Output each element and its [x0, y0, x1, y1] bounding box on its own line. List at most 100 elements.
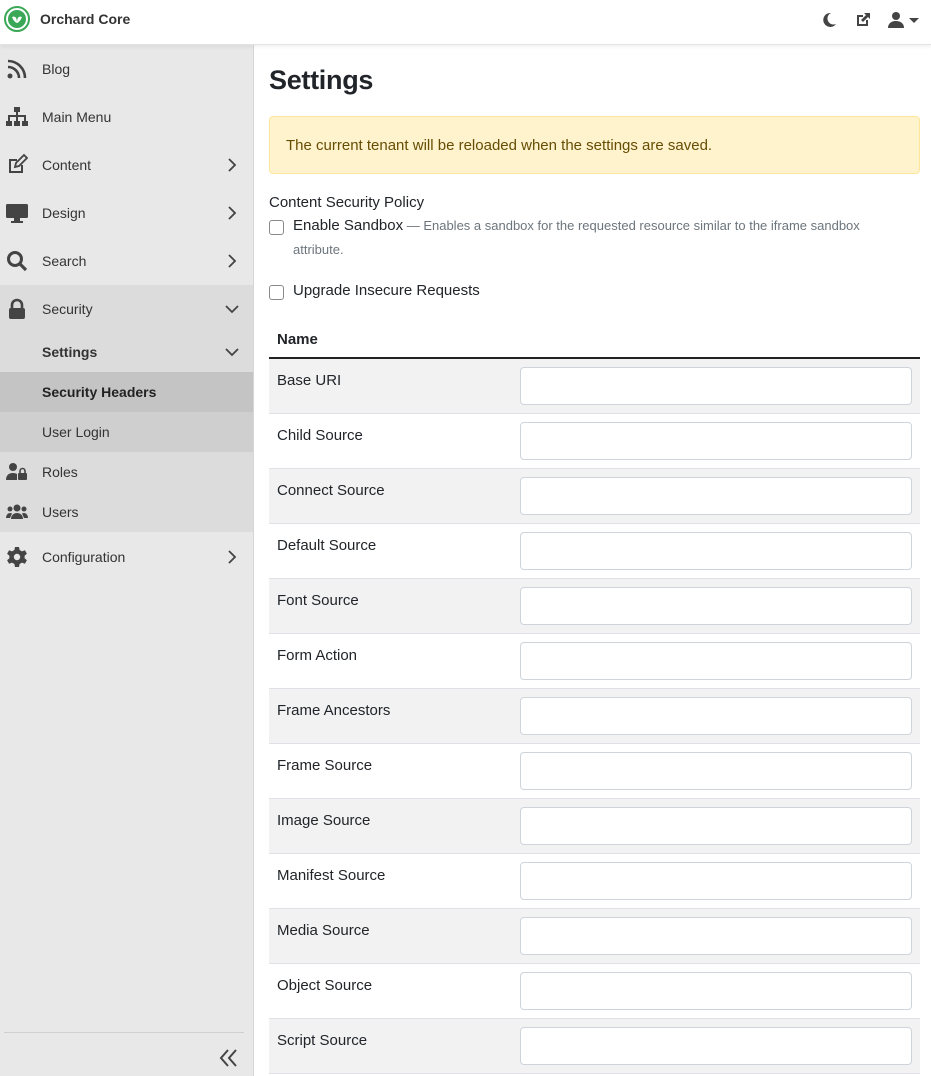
directive-value-input[interactable] — [520, 807, 912, 845]
sidebar-item-design[interactable]: Design — [0, 189, 253, 237]
search-icon — [0, 249, 34, 273]
chevron-right-icon — [228, 550, 237, 564]
directive-name: Base URI — [277, 372, 342, 389]
rss-icon — [0, 57, 34, 81]
directive-name: Font Source — [277, 592, 359, 609]
user-menu[interactable] — [887, 11, 919, 29]
csp-table: Name Base URI Child Source Connect Source D… — [269, 321, 920, 1074]
edit-icon — [0, 153, 34, 177]
sitemap-icon — [0, 105, 34, 129]
user-icon — [888, 12, 904, 28]
sidebar: Blog Main Menu Content Design Search Sec… — [0, 45, 254, 1076]
enable-sandbox-row: Enable Sandbox — Enables a sandbox for t… — [269, 217, 913, 262]
section-title: Content Security Policy — [269, 194, 425, 211]
upgrade-insecure-label[interactable]: Upgrade Insecure Requests — [293, 282, 480, 299]
sidebar-item-label: Roles — [42, 464, 78, 480]
sidebar-item-label: Security — [42, 301, 93, 317]
top-navbar: Orchard Core — [0, 0, 931, 45]
sidebar-item-configuration[interactable]: Configuration — [0, 533, 253, 581]
external-link-icon[interactable] — [853, 10, 873, 30]
table-row: Media Source — [269, 909, 920, 964]
directive-name: Frame Ancestors — [277, 702, 391, 719]
sidebar-item-roles[interactable]: Roles — [0, 452, 253, 492]
sidebar-item-security[interactable]: Security — [0, 285, 253, 333]
sidebar-item-blog[interactable]: Blog — [0, 45, 253, 93]
chevron-right-icon — [228, 206, 237, 220]
sidebar-item-label: Configuration — [42, 549, 126, 565]
directive-name: Frame Source — [277, 757, 373, 774]
gear-icon — [0, 545, 34, 569]
sidebar-item-main-menu[interactable]: Main Menu — [0, 93, 253, 141]
directive-value-input[interactable] — [520, 697, 912, 735]
sidebar-item-users[interactable]: Users — [0, 492, 253, 532]
chevron-down-icon — [225, 348, 239, 357]
sidebar-item-search[interactable]: Search — [0, 237, 253, 285]
directive-value-input[interactable] — [520, 1027, 912, 1065]
sidebar-item-label: Search — [42, 253, 87, 269]
directive-name: Media Source — [277, 922, 370, 939]
directive-name: Default Source — [277, 537, 377, 554]
enable-sandbox-label[interactable]: Enable Sandbox — [293, 217, 403, 234]
chevron-down-icon — [225, 305, 239, 314]
table-row: Object Source — [269, 964, 920, 1019]
directive-value-input[interactable] — [520, 972, 912, 1010]
table-row: Manifest Source — [269, 854, 920, 909]
table-row: Form Action — [269, 634, 920, 689]
moon-icon[interactable] — [819, 10, 839, 30]
sidebar-item-content[interactable]: Content — [0, 141, 253, 189]
sidebar-footer — [4, 1032, 244, 1076]
page-title: Settings — [269, 65, 374, 95]
directive-value-input[interactable] — [520, 917, 912, 955]
table-row: Frame Ancestors — [269, 689, 920, 744]
table-row: Connect Source — [269, 469, 920, 524]
lock-icon — [0, 297, 34, 321]
directive-value-input[interactable] — [520, 862, 912, 900]
table-body: Base URI Child Source Connect Source Defaul… — [269, 359, 920, 1074]
table-row: Image Source — [269, 799, 920, 854]
security-submenu: Settings Security Headers User Login Rol… — [0, 332, 253, 532]
directive-value-input[interactable] — [520, 587, 912, 625]
table-row: Script Source — [269, 1019, 920, 1074]
sidebar-item-label: Main Menu — [42, 109, 112, 125]
sidebar-item-label: Settings — [42, 344, 98, 360]
caret-down-icon — [909, 18, 919, 23]
table-row: Child Source — [269, 414, 920, 469]
user-lock-icon — [6, 462, 28, 487]
sidebar-item-label: Users — [42, 504, 79, 520]
monitor-icon — [0, 201, 34, 225]
directive-name: Script Source — [277, 1032, 368, 1049]
sidebar-item-label: Blog — [42, 61, 71, 77]
chevron-right-icon — [228, 254, 237, 268]
directive-value-input[interactable] — [520, 367, 912, 405]
users-icon — [6, 502, 28, 527]
sidebar-item-label: User Login — [42, 424, 110, 440]
sidebar-item-settings[interactable]: Settings — [0, 332, 253, 372]
directive-value-input[interactable] — [520, 477, 912, 515]
directive-value-input[interactable] — [520, 532, 912, 570]
directive-value-input[interactable] — [520, 642, 912, 680]
table-row: Frame Source — [269, 744, 920, 799]
directive-name: Connect Source — [277, 482, 385, 499]
brand[interactable]: Orchard Core — [4, 6, 130, 32]
upgrade-insecure-row: Upgrade Insecure Requests — [269, 282, 480, 300]
orchard-logo-icon — [4, 6, 30, 32]
sidebar-item-user-login[interactable]: User Login — [0, 412, 253, 452]
upgrade-insecure-checkbox[interactable] — [269, 285, 284, 300]
table-row: Font Source — [269, 579, 920, 634]
double-chevron-left-icon[interactable] — [218, 1047, 240, 1069]
warning-alert: The current tenant will be reloaded when… — [269, 116, 920, 174]
table-row: Default Source — [269, 524, 920, 579]
sidebar-item-security-headers[interactable]: Security Headers — [0, 372, 253, 412]
directive-name: Object Source — [277, 977, 373, 994]
chevron-right-icon — [228, 158, 237, 172]
enable-sandbox-checkbox[interactable] — [269, 220, 284, 235]
sidebar-item-label: Design — [42, 205, 86, 221]
directive-name: Child Source — [277, 427, 363, 444]
table-header: Name — [269, 321, 920, 359]
directive-value-input[interactable] — [520, 422, 912, 460]
brand-name: Orchard Core — [40, 11, 131, 27]
sidebar-item-label: Security Headers — [42, 384, 157, 400]
directive-value-input[interactable] — [520, 752, 912, 790]
directive-name: Image Source — [277, 812, 371, 829]
directive-name: Manifest Source — [277, 867, 386, 884]
